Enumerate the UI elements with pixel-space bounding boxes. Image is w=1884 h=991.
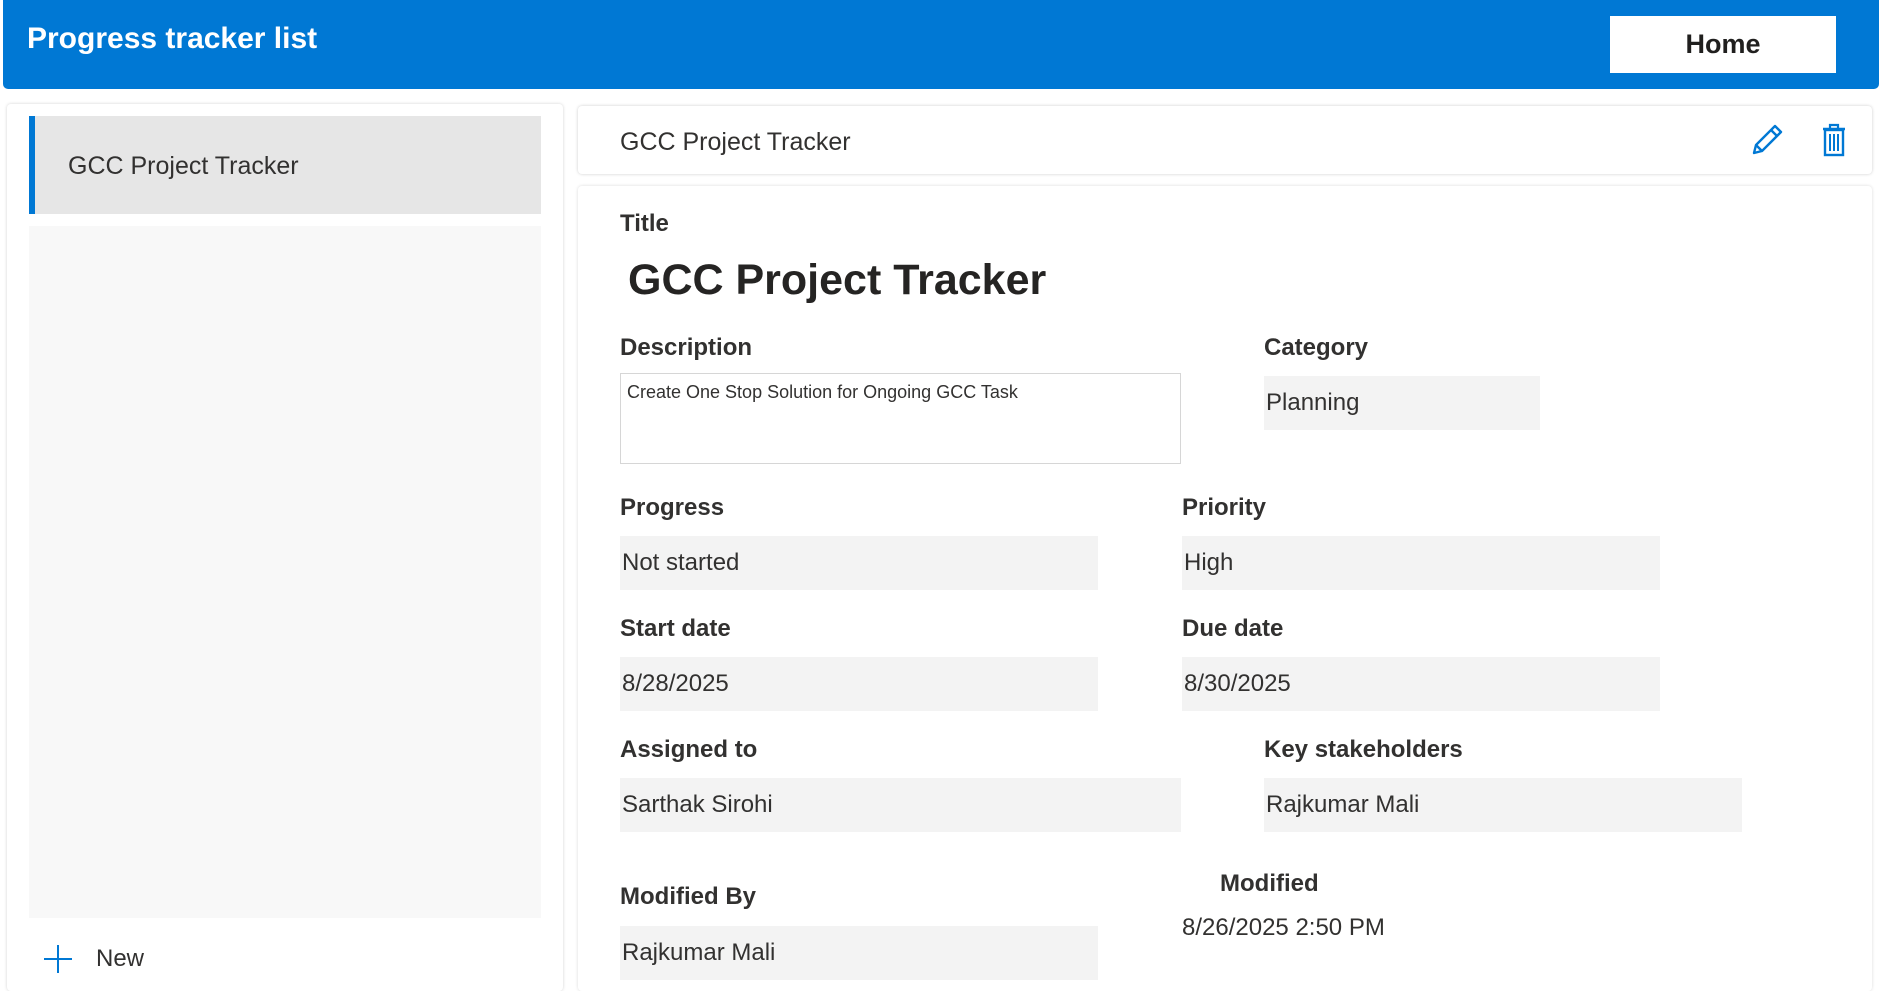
pencil-icon: [1752, 124, 1783, 155]
progress-label: Progress: [620, 494, 725, 521]
edit-button[interactable]: [1746, 120, 1786, 160]
title-label: Title: [620, 210, 669, 237]
progress-field[interactable]: Not started: [620, 536, 1098, 590]
tracker-list-panel: GCC Project Tracker New: [7, 104, 563, 991]
priority-field[interactable]: High: [1182, 536, 1660, 590]
modified-by-field[interactable]: Rajkumar Mali: [620, 926, 1098, 980]
title-value: GCC Project Tracker: [628, 256, 1047, 304]
home-button[interactable]: Home: [1610, 16, 1836, 73]
modified-by-label: Modified By: [620, 883, 756, 910]
assigned-to-label: Assigned to: [620, 736, 758, 763]
due-date-label: Due date: [1182, 615, 1284, 642]
app-header: Progress tracker list Home: [3, 0, 1879, 89]
stakeholders-label: Key stakeholders: [1264, 736, 1463, 763]
priority-label: Priority: [1182, 494, 1267, 521]
new-item-label: New: [96, 945, 145, 972]
trash-icon: [1823, 123, 1845, 157]
description-field[interactable]: Create One Stop Solution for Ongoing GCC…: [620, 373, 1181, 464]
start-date-label: Start date: [620, 615, 731, 642]
list-empty-area: [29, 226, 541, 918]
list-item[interactable]: GCC Project Tracker: [29, 116, 541, 214]
app-title: Progress tracker list: [27, 22, 318, 55]
assigned-to-field[interactable]: Sarthak Sirohi: [620, 778, 1181, 832]
detail-header-title: GCC Project Tracker: [620, 128, 851, 156]
detail-header: GCC Project Tracker: [578, 106, 1872, 174]
modified-label: Modified: [1220, 870, 1319, 897]
plus-icon: [43, 944, 73, 974]
delete-button[interactable]: [1814, 120, 1854, 160]
due-date-field[interactable]: 8/30/2025: [1182, 657, 1660, 711]
detail-form: Title GCC Project Tracker Description Cr…: [578, 186, 1872, 991]
category-label: Category: [1264, 334, 1369, 361]
description-label: Description: [620, 334, 753, 361]
modified-value: 8/26/2025 2:50 PM: [1182, 914, 1385, 941]
list-item-label: GCC Project Tracker: [68, 152, 299, 180]
new-item-button[interactable]: New: [43, 939, 144, 979]
stakeholders-field[interactable]: Rajkumar Mali: [1264, 778, 1742, 832]
start-date-field[interactable]: 8/28/2025: [620, 657, 1098, 711]
category-field[interactable]: Planning: [1264, 376, 1540, 430]
app-root: Progress tracker list Home GCC Project T…: [0, 0, 1884, 991]
